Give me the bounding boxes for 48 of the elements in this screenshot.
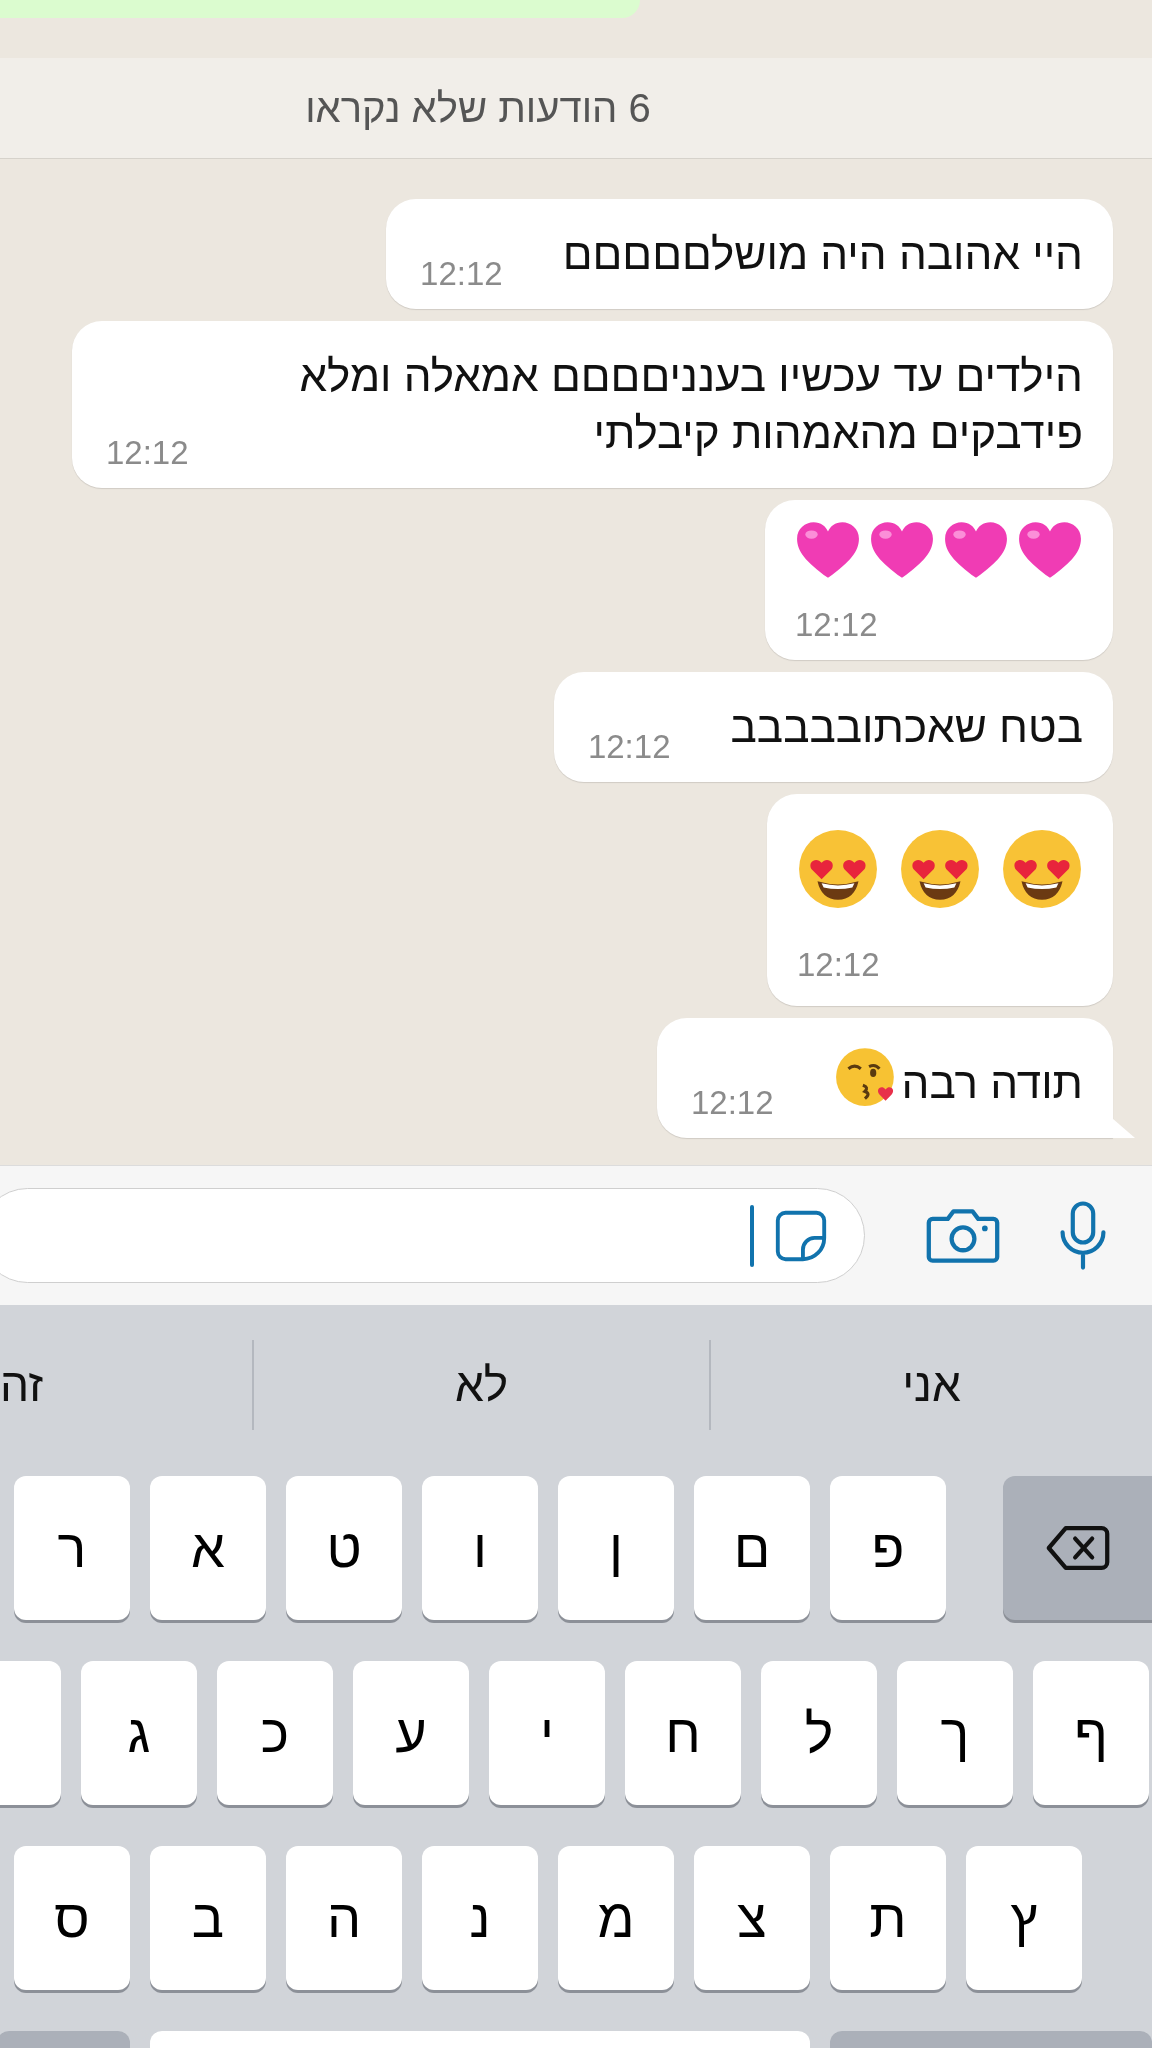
message-time: 12:12 bbox=[420, 254, 503, 294]
message-text: הילדים עד עכשיו בענניםםםם אמאלה ומלא פידבקים מהאמהות קיבלתי bbox=[299, 351, 1083, 457]
message-text: תודה רבה bbox=[901, 1058, 1083, 1107]
keyboard-key[interactable]: י bbox=[489, 1661, 605, 1805]
heart-eyes-face-icon bbox=[797, 828, 879, 910]
keyboard-key[interactable]: ל bbox=[761, 1661, 877, 1805]
keyboard-key[interactable]: ך bbox=[897, 1661, 1013, 1805]
message-time: 12:12 bbox=[106, 433, 189, 473]
heart-eyes-face-icon bbox=[899, 828, 981, 910]
message-input-field[interactable] bbox=[0, 1188, 865, 1283]
backspace-icon bbox=[1044, 1524, 1111, 1572]
message-time: 12:12 bbox=[587, 727, 671, 767]
keyboard-key[interactable]: ם bbox=[694, 1476, 810, 1620]
keyboard-key[interactable]: א bbox=[150, 1476, 266, 1620]
keyboard-key[interactable]: ר bbox=[14, 1476, 130, 1620]
keyboard-key[interactable]: פ bbox=[830, 1476, 946, 1620]
keyboard-key[interactable]: ן bbox=[558, 1476, 674, 1620]
keyboard-key[interactable]: ת bbox=[830, 1846, 946, 1990]
backspace-key[interactable] bbox=[1003, 1476, 1152, 1620]
message-text: בטח שאכתובבבבב bbox=[730, 702, 1083, 751]
keyboard-key[interactable]: צ bbox=[694, 1846, 810, 1990]
heart-icon bbox=[795, 520, 861, 580]
text-cursor bbox=[750, 1204, 754, 1267]
keyboard-key[interactable]: ט bbox=[286, 1476, 402, 1620]
suggestion-word[interactable]: אני bbox=[902, 1358, 961, 1412]
keyboard-key[interactable]: ץ bbox=[966, 1846, 1082, 1990]
suggestion-word[interactable]: לא bbox=[454, 1358, 509, 1412]
message-time: 12:12 bbox=[795, 605, 879, 645]
keyboard-key[interactable]: כ bbox=[217, 1661, 333, 1805]
keyboard-key[interactable]: ב bbox=[150, 1846, 266, 1990]
keyboard-key[interactable]: ח bbox=[625, 1661, 741, 1805]
keyboard-key[interactable]: ו bbox=[422, 1476, 538, 1620]
message-text: היי אהובה היה מושלםםםםם bbox=[562, 229, 1083, 278]
keyboard-key[interactable]: ף bbox=[1033, 1661, 1149, 1805]
keyboard-key[interactable]: מ bbox=[558, 1846, 674, 1990]
keyboard-key[interactable]: ס bbox=[14, 1846, 130, 1990]
message-time: 12:12 bbox=[797, 945, 881, 985]
message-time: 12:12 bbox=[691, 1083, 774, 1123]
keyboard-key[interactable]: ג bbox=[81, 1661, 197, 1805]
heart-icon bbox=[943, 520, 1009, 580]
unread-count-text: 6 הודעות שלא נקראו bbox=[305, 85, 651, 131]
heart-icon bbox=[869, 520, 935, 580]
keyboard-key[interactable]: ה bbox=[286, 1846, 402, 1990]
keyboard-key[interactable]: נ bbox=[422, 1846, 538, 1990]
keyboard-key[interactable]: ע bbox=[353, 1661, 469, 1805]
heart-icon bbox=[1017, 520, 1083, 580]
suggestion-word[interactable]: זה bbox=[0, 1358, 44, 1412]
heart-eyes-face-icon bbox=[1001, 828, 1083, 910]
